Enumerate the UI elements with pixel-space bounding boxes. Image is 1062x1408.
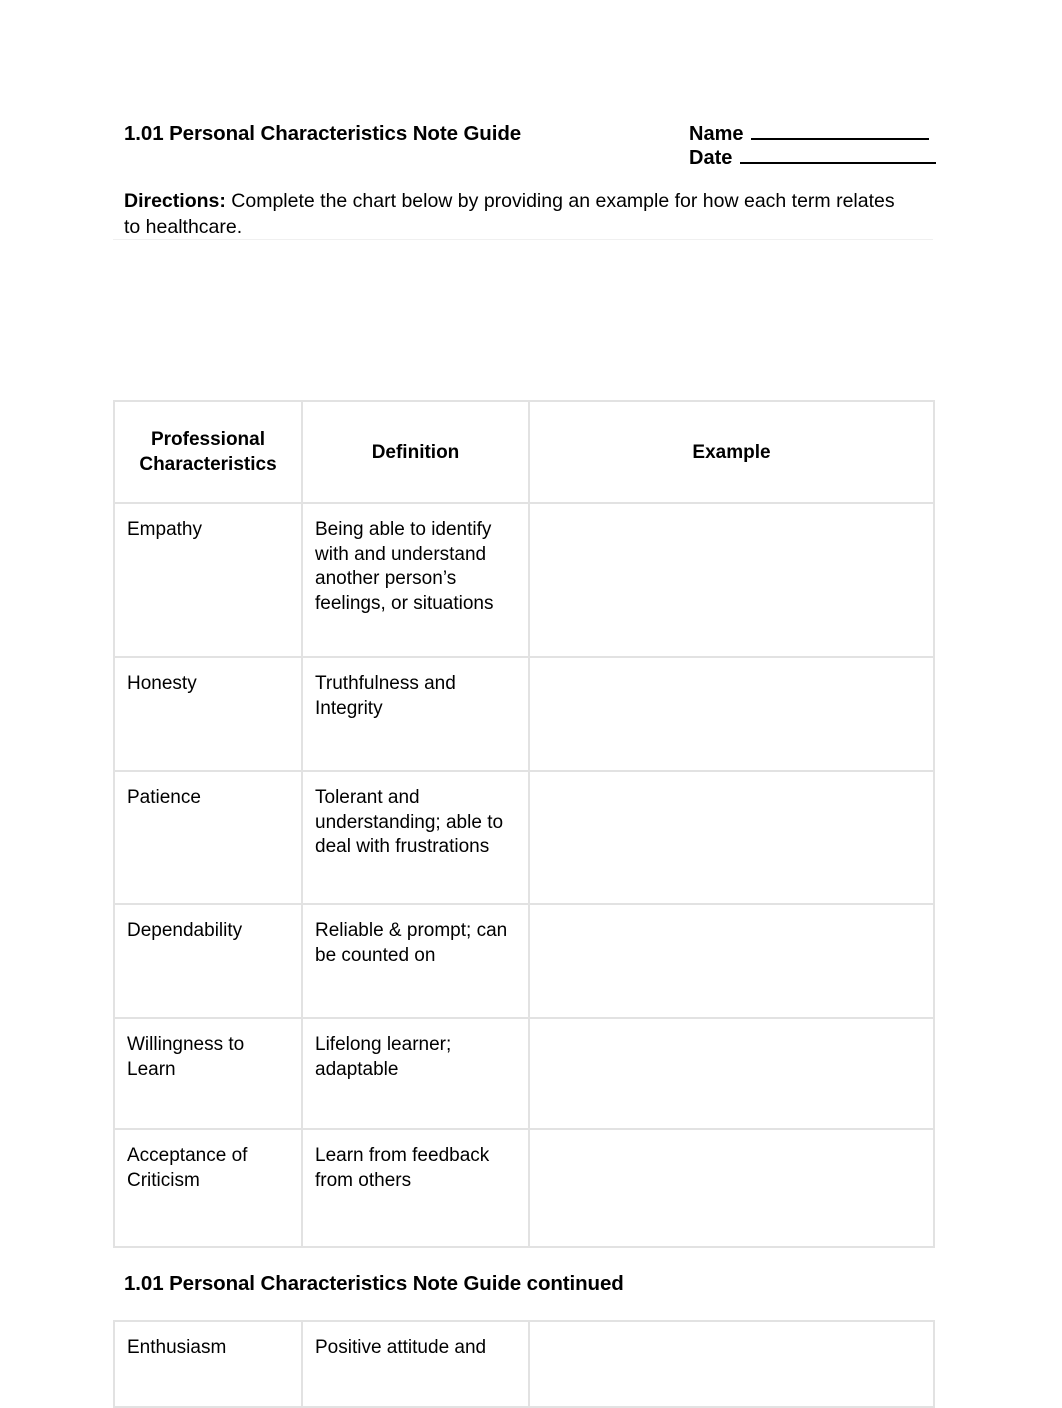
date-field-row: Date [689, 146, 944, 170]
cell-definition: Positive attitude and [301, 1320, 530, 1408]
cell-example-input[interactable] [528, 502, 935, 658]
characteristics-table-continued: Enthusiasm Positive attitude and [113, 1320, 935, 1408]
directions-text: Complete the chart below by providing an… [124, 190, 895, 238]
section-divider [113, 239, 933, 240]
continued-page-title: 1.01 Personal Characteristics Note Guide… [124, 1272, 624, 1295]
cell-definition: Truthfulness and Integrity [301, 656, 530, 772]
cell-example-input[interactable] [528, 1128, 935, 1248]
page-title: 1.01 Personal Characteristics Note Guide [124, 122, 522, 145]
cell-definition: Tolerant and understanding; able to deal… [301, 770, 530, 905]
name-date-block: Name Date [689, 122, 944, 170]
cell-example-input[interactable] [528, 770, 935, 905]
cell-example-input[interactable] [528, 903, 935, 1019]
table-header-row: Professional Characteristics Definition … [113, 400, 935, 504]
table-row: Willingness to Learn Lifelong learner; a… [113, 1017, 935, 1130]
cell-example-input[interactable] [528, 1017, 935, 1130]
column-header-characteristic: Professional Characteristics [113, 400, 303, 504]
name-label: Name [689, 123, 744, 145]
cell-definition: Learn from feedback from others [301, 1128, 530, 1248]
date-label: Date [689, 147, 733, 169]
cell-characteristic: Acceptance of Criticism [113, 1128, 303, 1248]
cell-example-input[interactable] [528, 656, 935, 772]
cell-characteristic: Willingness to Learn [113, 1017, 303, 1130]
directions-paragraph: Directions: Complete the chart below by … [124, 188, 914, 240]
name-field-row: Name [689, 122, 944, 146]
cell-definition: Being able to identify with and understa… [301, 502, 530, 658]
cell-characteristic: Patience [113, 770, 303, 905]
date-blank-line[interactable] [740, 161, 937, 164]
table-row: Enthusiasm Positive attitude and [113, 1320, 935, 1408]
cell-example-input[interactable] [528, 1320, 935, 1408]
table-row: Dependability Reliable & prompt; can be … [113, 903, 935, 1019]
characteristics-table: Professional Characteristics Definition … [113, 400, 935, 1248]
cell-definition: Reliable & prompt; can be counted on [301, 903, 530, 1019]
table-row: Acceptance of Criticism Learn from feedb… [113, 1128, 935, 1248]
name-blank-line[interactable] [751, 137, 930, 140]
table-row: Patience Tolerant and understanding; abl… [113, 770, 935, 905]
table-row: Honesty Truthfulness and Integrity [113, 656, 935, 772]
directions-label: Directions: [124, 190, 226, 212]
column-header-example: Example [528, 400, 935, 504]
cell-characteristic: Honesty [113, 656, 303, 772]
document-page: 1.01 Personal Characteristics Note Guide… [0, 0, 1062, 1408]
cell-definition: Lifelong learner; adaptable [301, 1017, 530, 1130]
table-row: Empathy Being able to identify with and … [113, 502, 935, 658]
document-header: 1.01 Personal Characteristics Note Guide… [124, 122, 940, 182]
cell-characteristic: Enthusiasm [113, 1320, 303, 1408]
cell-characteristic: Empathy [113, 502, 303, 658]
cell-characteristic: Dependability [113, 903, 303, 1019]
column-header-definition: Definition [301, 400, 530, 504]
